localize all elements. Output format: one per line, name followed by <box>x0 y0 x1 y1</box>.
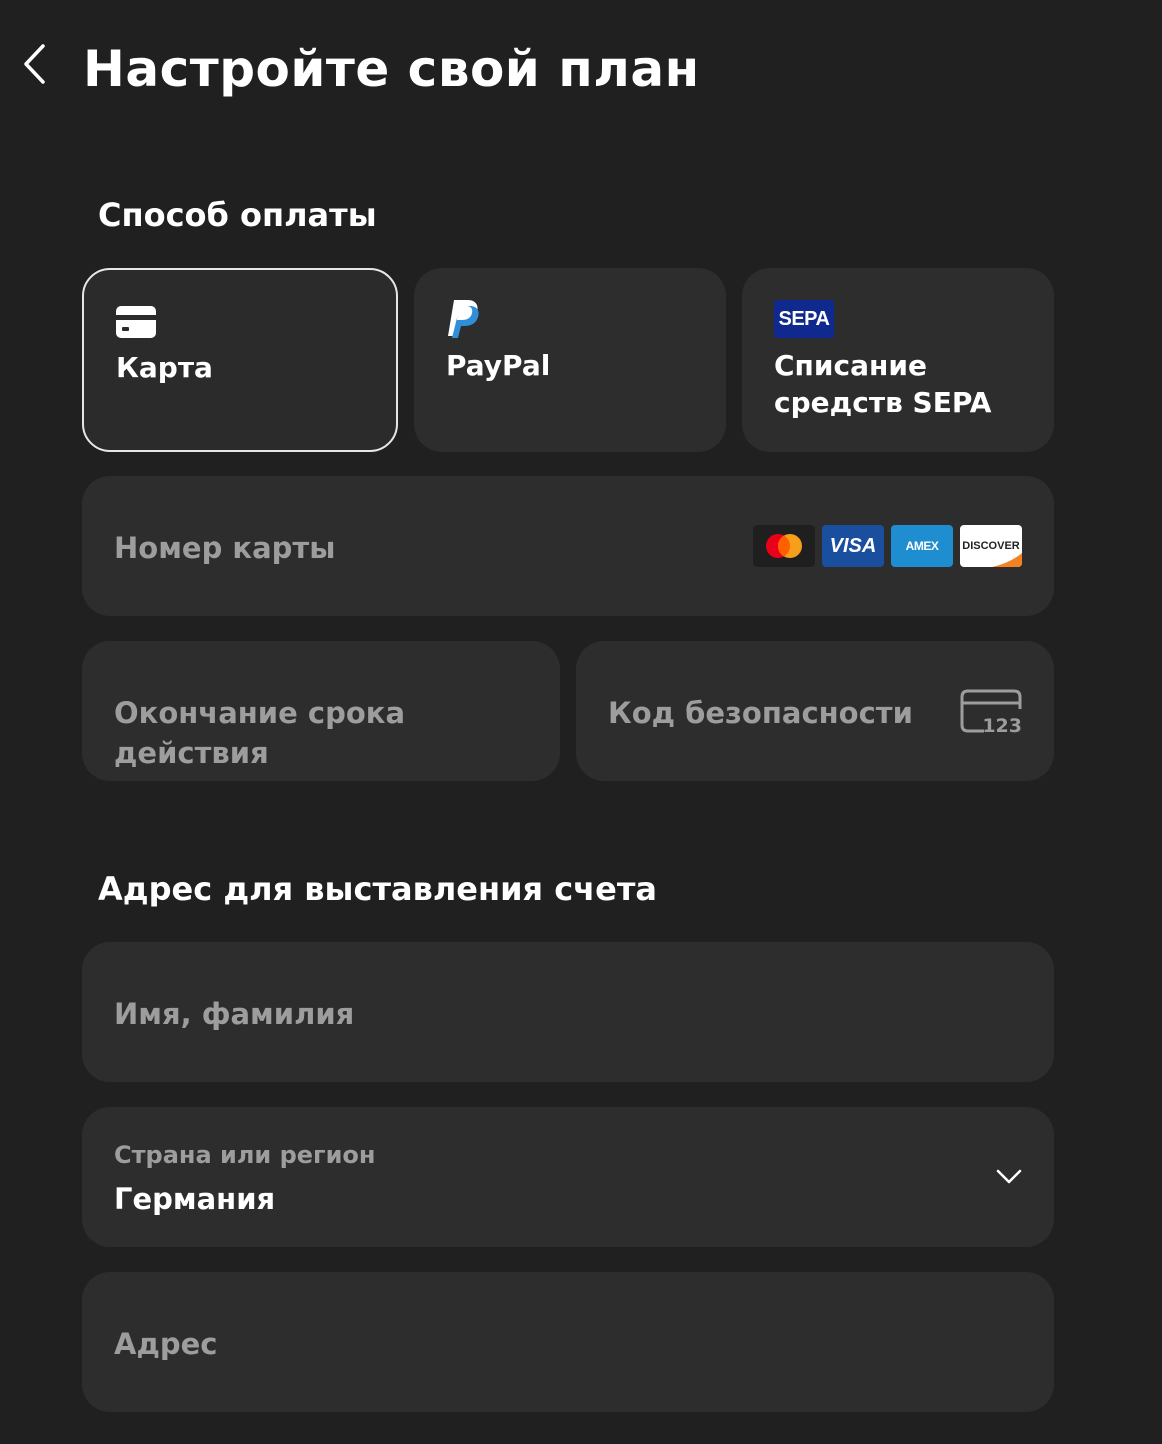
credit-card-icon <box>116 306 156 338</box>
card-brand-logos: VISA AMEX DISCOVER <box>753 525 1022 567</box>
page-title: Настройте свой план <box>83 40 700 98</box>
cvc-icon-text: 123 <box>982 715 1022 737</box>
chevron-down-icon <box>996 1169 1022 1184</box>
payment-method-heading: Способ оплаты <box>98 196 377 234</box>
card-number-field[interactable]: Номер карты VISA AMEX DISCOVER <box>82 476 1054 616</box>
address-field[interactable]: Адрес <box>82 1272 1054 1412</box>
billing-address-heading: Адрес для выставления счета <box>98 870 657 908</box>
security-code-placeholder: Код безопасности <box>608 696 913 730</box>
country-label: Страна или регион <box>114 1141 376 1169</box>
paypal-icon <box>448 300 479 338</box>
visa-icon: VISA <box>822 525 884 567</box>
mastercard-icon <box>753 525 815 567</box>
security-code-field[interactable]: Код безопасности 123 <box>576 641 1054 781</box>
address-placeholder: Адрес <box>114 1327 218 1361</box>
amex-logo-text: AMEX <box>905 539 939 553</box>
amex-icon: AMEX <box>891 525 953 567</box>
back-button[interactable] <box>14 40 54 88</box>
cvc-card-icon: 123 <box>960 689 1022 737</box>
sepa-icon: SEPA <box>774 300 834 338</box>
method-sepa-label-line2: средств SEPA <box>774 386 992 419</box>
method-sepa-label-line1: Списание <box>774 349 927 382</box>
method-card-option[interactable]: Карта <box>82 268 398 452</box>
sepa-icon-text: SEPA <box>778 307 830 330</box>
method-sepa-option[interactable]: SEPA Списание средств SEPA <box>742 268 1054 452</box>
chevron-left-icon <box>24 44 45 84</box>
method-paypal-option[interactable]: PayPal <box>414 268 726 452</box>
full-name-field[interactable]: Имя, фамилия <box>82 942 1054 1082</box>
expiry-date-field[interactable]: Окончание срока действия <box>82 641 560 781</box>
country-select[interactable]: Страна или регион Германия <box>82 1107 1054 1247</box>
expiry-date-placeholder: Окончание срока действия <box>114 696 406 770</box>
card-number-placeholder: Номер карты <box>114 531 336 565</box>
payment-setup-page: Настройте свой план Способ оплаты Карта … <box>0 0 1162 1444</box>
full-name-placeholder: Имя, фамилия <box>114 997 355 1031</box>
discover-logo-text: DISCOVER <box>962 540 1020 552</box>
visa-logo-text: VISA <box>829 534 877 557</box>
country-value: Германия <box>114 1182 276 1216</box>
method-card-label: Карта <box>116 351 213 384</box>
discover-icon: DISCOVER <box>960 525 1022 567</box>
method-paypal-label: PayPal <box>446 349 551 382</box>
